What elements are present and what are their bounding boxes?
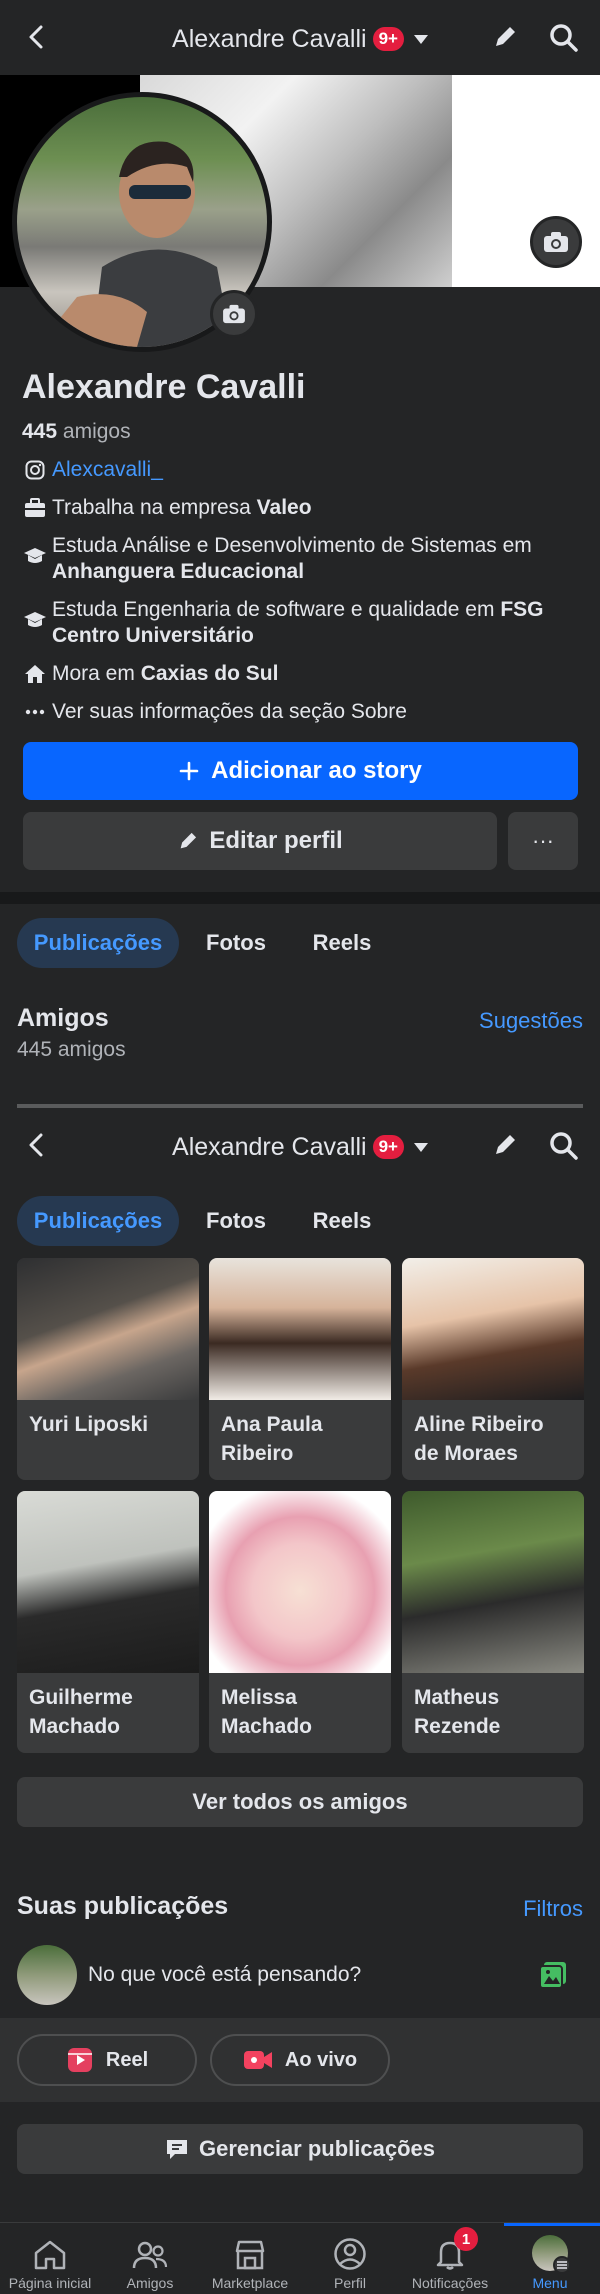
friend-name: Aline Ribeiro de Moraes — [414, 1413, 544, 1465]
reel-button[interactable]: Reel — [17, 2034, 197, 2086]
profile-tabs: Publicações Fotos Reels — [0, 912, 600, 972]
friend-card[interactable]: Aline Ribeiro de Moraes — [402, 1258, 584, 1480]
profile-tabs-sticky: Publicações Fotos Reels — [0, 1190, 600, 1250]
menu-avatar — [532, 2235, 571, 2274]
pencil-icon[interactable] — [490, 22, 520, 52]
search-icon[interactable] — [548, 22, 580, 54]
friend-card[interactable]: Yuri Liposki — [17, 1258, 199, 1480]
suggestions-link[interactable]: Sugestões — [479, 1008, 583, 1034]
message-bubble-icon — [167, 2140, 187, 2159]
edit-profile-button[interactable]: Editar perfil — [23, 812, 497, 870]
home-icon — [34, 2240, 66, 2270]
friend-card[interactable]: Guilherme Machado — [17, 1491, 199, 1753]
top-bar-title: Alexandre Cavalli — [172, 24, 367, 53]
instagram-icon — [22, 457, 48, 483]
pencil-icon — [180, 832, 197, 849]
see-all-friends-button[interactable]: Ver todos os amigos — [17, 1777, 583, 1827]
notifications-badge: 1 — [454, 2227, 478, 2251]
friends-section-count: 445 amigos — [17, 1038, 126, 1061]
friends-icon — [132, 2241, 168, 2269]
bottom-navigation: Página inicial Amigos Marketplace Perfil… — [0, 2222, 600, 2293]
more-dots-icon — [22, 699, 48, 725]
graduation-cap-icon — [22, 543, 48, 569]
edit-avatar-camera-button[interactable] — [210, 290, 258, 338]
tab-publicacoes[interactable]: Publicações — [17, 918, 179, 968]
friend-name: Melissa Machado — [221, 1686, 313, 1738]
camera-icon — [544, 232, 568, 252]
instagram-link[interactable]: Alexcavalli_ — [52, 457, 163, 483]
nav-friends[interactable]: Amigos — [100, 2223, 200, 2294]
friend-name: Ana Paula Ribeiro — [221, 1413, 323, 1465]
friend-name: Guilherme Machado — [29, 1686, 133, 1738]
friend-card[interactable]: Melissa Machado — [209, 1491, 391, 1753]
more-options-button[interactable]: ··· — [508, 812, 578, 870]
nav-menu[interactable]: Menu — [500, 2223, 600, 2294]
friend-name: Matheus Rezende — [414, 1686, 501, 1738]
photo-icon[interactable] — [538, 1960, 568, 1990]
study-row-2: Estuda Engenharia de software e qualidad… — [22, 597, 592, 649]
study-row-1: Estuda Análise e Desenvolvimento de Sist… — [22, 533, 582, 585]
nav-notifications[interactable]: Notificações 1 — [400, 2223, 500, 2294]
work-row: Trabalha na empresa Valeo — [22, 495, 312, 521]
notification-badge: 9+ — [372, 1135, 404, 1160]
nav-profile[interactable]: Perfil — [300, 2223, 400, 2294]
tab-reels[interactable]: Reels — [300, 1196, 384, 1246]
plus-icon — [179, 761, 199, 781]
spacer — [0, 1842, 600, 1854]
camera-icon — [223, 304, 245, 324]
profile-name: Alexandre Cavalli — [22, 368, 306, 406]
friend-photo — [209, 1491, 391, 1673]
manage-posts-button[interactable]: Gerenciar publicações — [17, 2124, 583, 2174]
tab-reels[interactable]: Reels — [300, 918, 384, 968]
friend-name: Yuri Liposki — [29, 1413, 149, 1436]
reel-icon — [67, 2048, 92, 2072]
marketplace-icon — [235, 2240, 265, 2270]
section-divider — [0, 892, 600, 904]
top-bar: Alexandre Cavalli 9+ — [0, 0, 600, 75]
search-icon[interactable] — [548, 1130, 580, 1162]
tab-fotos[interactable]: Fotos — [196, 1196, 276, 1246]
graduation-cap-icon — [22, 607, 48, 633]
profile-icon — [334, 2238, 366, 2270]
top-bar-title: Alexandre Cavalli — [172, 1132, 367, 1161]
tab-publicacoes[interactable]: Publicações — [17, 1196, 179, 1246]
nav-marketplace[interactable]: Marketplace — [200, 2223, 300, 2294]
hamburger-icon — [553, 2256, 571, 2274]
lives-row: Mora em Caxias do Sul — [22, 661, 278, 687]
top-bar-sticky: Alexandre Cavalli 9+ — [0, 1108, 600, 1183]
instagram-row[interactable]: Alexcavalli_ — [22, 457, 163, 483]
notification-badge: 9+ — [372, 27, 404, 52]
friend-photo — [209, 1258, 391, 1400]
friend-card[interactable]: Matheus Rezende — [402, 1491, 584, 1753]
friend-photo — [17, 1258, 199, 1400]
live-button[interactable]: Ao vivo — [210, 2034, 390, 2086]
add-story-button[interactable]: Adicionar ao story — [23, 742, 578, 800]
about-row[interactable]: Ver suas informações da seção Sobre — [22, 699, 407, 725]
house-icon — [22, 661, 48, 687]
composer-avatar[interactable] — [17, 1945, 77, 2005]
friend-photo — [402, 1491, 584, 1673]
posts-section-title: Suas publicações — [17, 1892, 229, 1920]
nav-home[interactable]: Página inicial — [0, 2223, 100, 2294]
tab-fotos[interactable]: Fotos — [196, 918, 276, 968]
live-video-icon — [243, 2051, 272, 2069]
friends-section-title: Amigos — [17, 1004, 109, 1032]
friends-count[interactable]: 445 amigos — [22, 420, 131, 444]
pencil-icon[interactable] — [490, 1130, 520, 1160]
friend-card[interactable]: Ana Paula Ribeiro — [209, 1258, 391, 1480]
chevron-down-icon — [413, 34, 428, 44]
friend-photo — [17, 1491, 199, 1673]
filters-link[interactable]: Filtros — [523, 1896, 583, 1922]
composer-input[interactable]: No que você está pensando? — [88, 1963, 361, 1987]
briefcase-icon — [22, 495, 48, 521]
friend-photo — [402, 1258, 584, 1400]
edit-cover-camera-button[interactable] — [530, 216, 582, 268]
chevron-down-icon — [413, 1142, 428, 1152]
